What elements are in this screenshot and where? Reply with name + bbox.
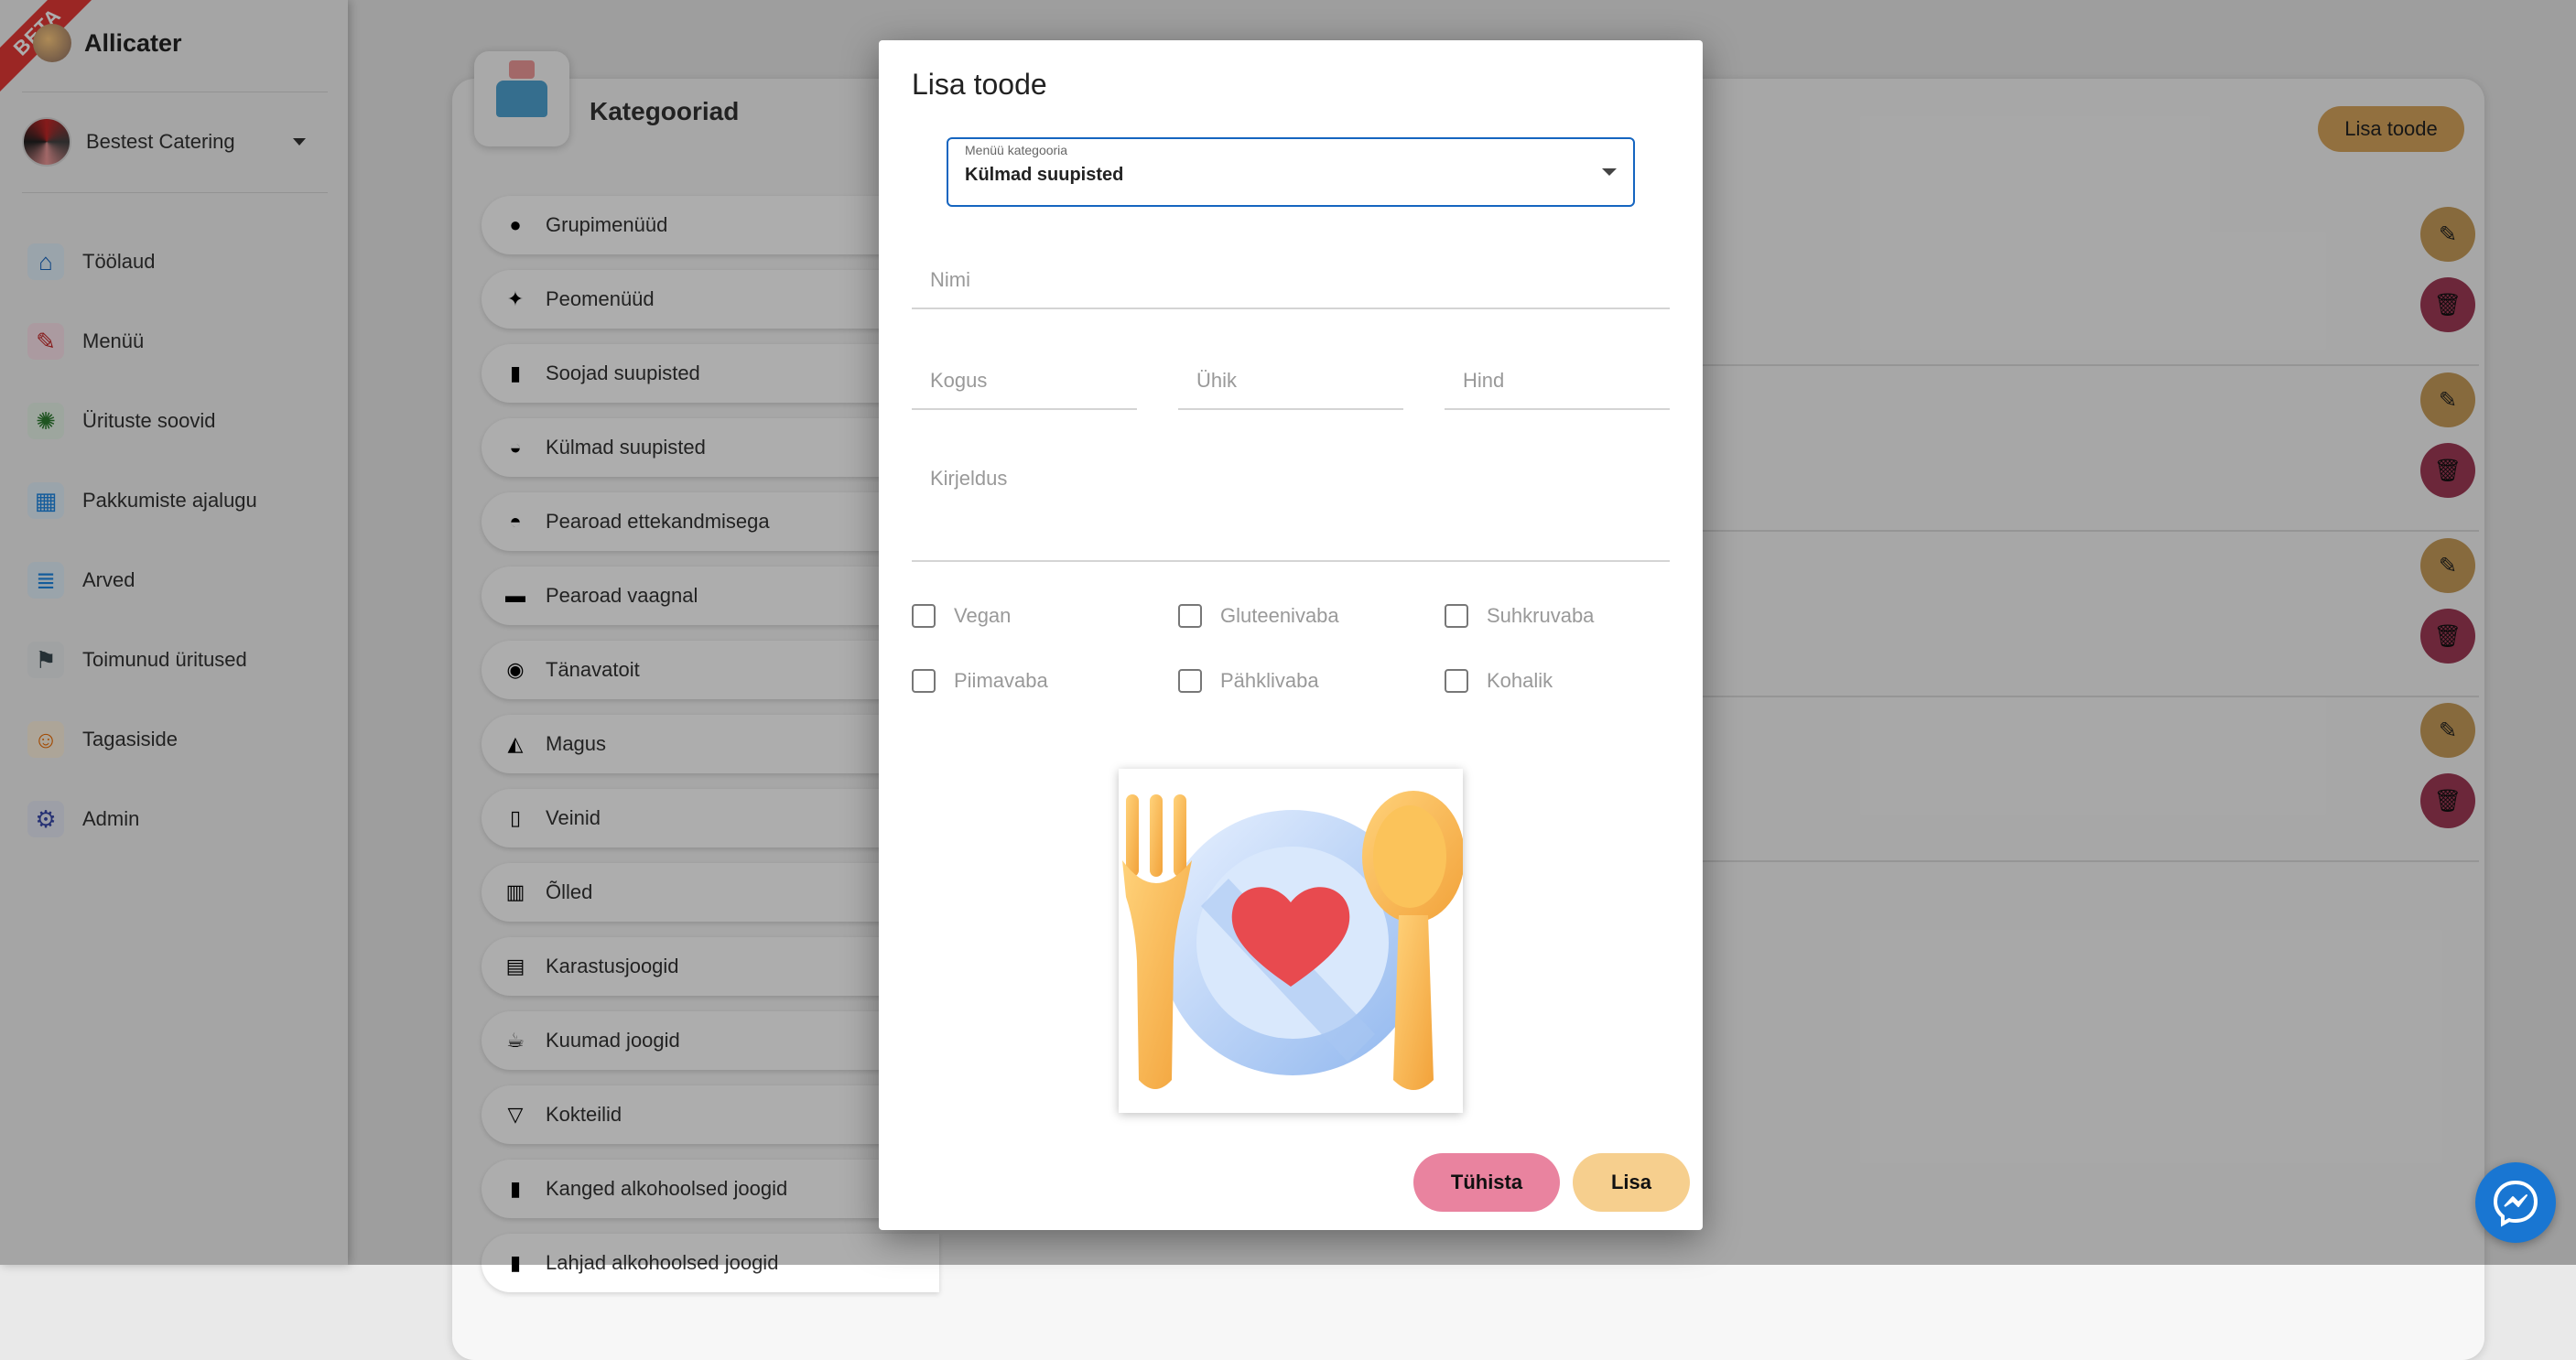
messenger-icon — [2493, 1180, 2538, 1227]
nut-free-checkbox[interactable]: Pähklivaba — [1178, 669, 1319, 693]
checkbox-box[interactable] — [1445, 669, 1468, 693]
messenger-chat-button[interactable] — [2475, 1162, 2556, 1243]
price-input[interactable] — [1445, 366, 1670, 410]
chevron-down-icon — [1602, 168, 1617, 176]
vegan-checkbox[interactable]: Vegan — [912, 604, 1011, 628]
checkbox-box[interactable] — [1445, 604, 1468, 628]
plate-heart-cutlery-icon — [1122, 791, 1463, 1090]
name-input[interactable] — [912, 265, 1670, 309]
add-product-dialog: Lisa toode Menüü kategooria Külmad suupi… — [879, 40, 1703, 1230]
select-label: Menüü kategooria — [965, 143, 1068, 157]
menu-category-select[interactable]: Menüü kategooria Külmad suupisted — [947, 137, 1635, 207]
select-value: Külmad suupisted — [965, 165, 1124, 185]
checkbox-box[interactable] — [1178, 604, 1202, 628]
local-checkbox[interactable]: Kohalik — [1445, 669, 1553, 693]
checkbox-box[interactable] — [912, 604, 936, 628]
dairy-free-checkbox[interactable]: Piimavaba — [912, 669, 1048, 693]
gluten-free-checkbox[interactable]: Gluteenivaba — [1178, 604, 1339, 628]
product-image-placeholder[interactable] — [1119, 769, 1463, 1113]
quantity-input[interactable] — [912, 366, 1137, 410]
unit-input[interactable] — [1178, 366, 1403, 410]
checkbox-box[interactable] — [1178, 669, 1202, 693]
description-input[interactable] — [912, 467, 1670, 562]
add-button[interactable]: Lisa — [1573, 1153, 1690, 1212]
sugar-free-checkbox[interactable]: Suhkruvaba — [1445, 604, 1594, 628]
dialog-title: Lisa toode — [912, 68, 1047, 101]
checkbox-box[interactable] — [912, 669, 936, 693]
cancel-button[interactable]: Tühista — [1413, 1153, 1560, 1212]
